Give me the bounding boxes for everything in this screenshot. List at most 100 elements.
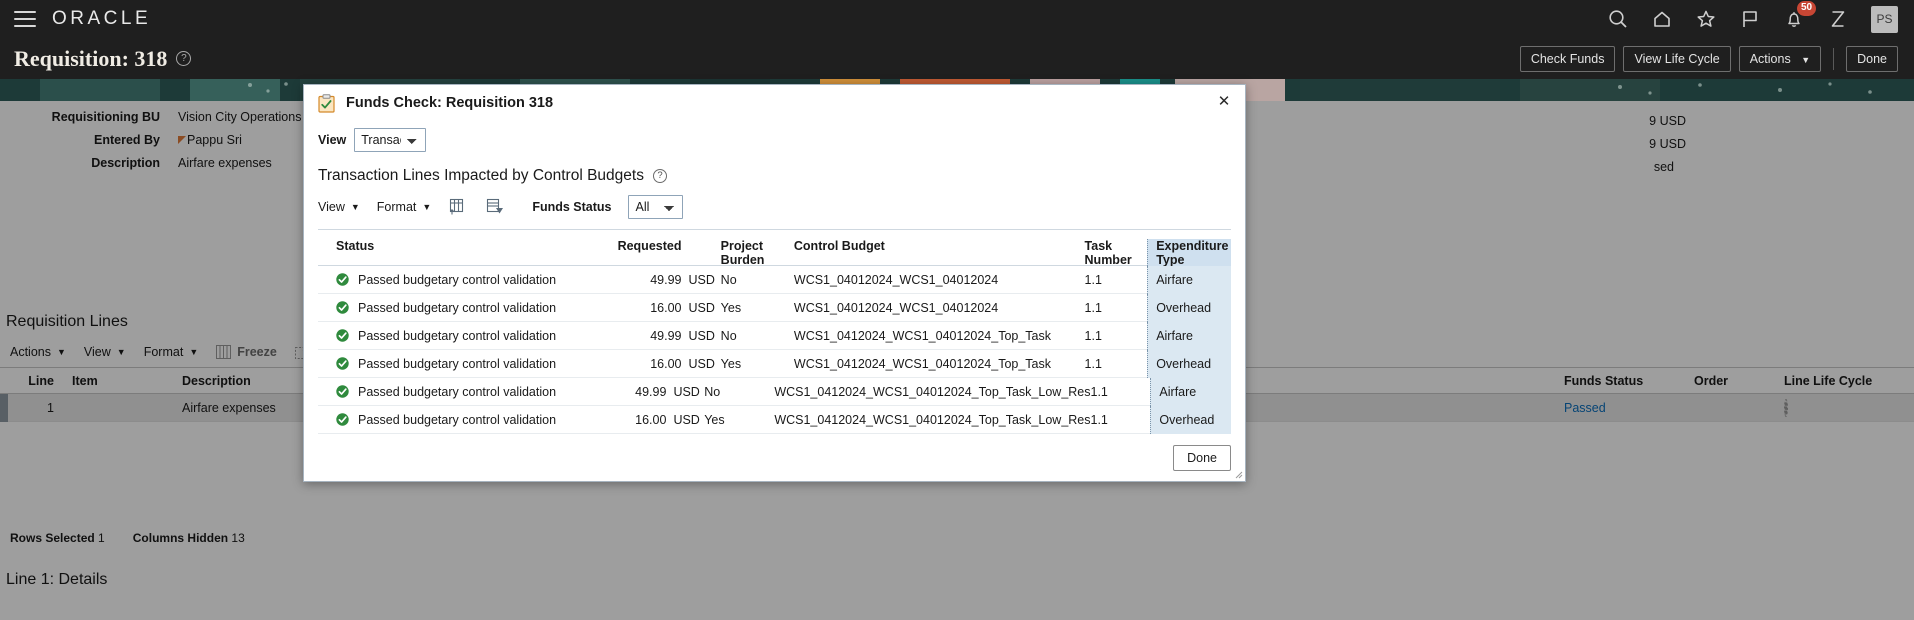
cell-task-number: 1.1	[1090, 412, 1108, 427]
cell-status: Passed budgetary control validation	[318, 413, 596, 427]
detach-table-icon[interactable]	[485, 198, 505, 216]
avatar[interactable]: PS	[1871, 5, 1898, 33]
menu-label: View	[318, 200, 345, 214]
dialog-view-row: View Transaction	[304, 125, 1245, 155]
cell-requested: 16.00	[650, 356, 682, 371]
page-title: Requisition: 318	[14, 45, 168, 71]
cell-status: Passed budgetary control validation	[318, 385, 596, 399]
table-row[interactable]: Passed budgetary control validation 49.9…	[318, 321, 1231, 350]
cell-project-burden: No	[720, 328, 737, 343]
close-icon[interactable]: ✕	[1215, 93, 1233, 111]
help-icon[interactable]: ?	[176, 51, 192, 66]
cell-requested: 16.00	[635, 412, 667, 427]
funds-check-dialog: Funds Check: Requisition 318 ✕ View Tran…	[303, 84, 1246, 482]
cell-currency[interactable]: USD	[666, 413, 704, 427]
home-icon[interactable]	[1651, 8, 1673, 30]
column-status[interactable]: Status	[318, 239, 608, 253]
done-button[interactable]: Done	[1846, 45, 1898, 72]
cell-task-number: 1.1	[1084, 356, 1102, 371]
table-row[interactable]: Passed budgetary control validation 16.0…	[318, 349, 1231, 378]
cell-requested: 49.99	[635, 384, 667, 399]
status-passed-icon	[336, 413, 349, 426]
column-task-number[interactable]: Task Number	[1085, 239, 1148, 267]
cell-currency[interactable]: USD	[666, 385, 704, 399]
section-header: Transaction Lines Impacted by Control Bu…	[304, 167, 1245, 185]
view-select[interactable]: Transaction	[354, 128, 427, 152]
cell-expenditure-type: Airfare	[1150, 377, 1231, 406]
global-header: ORACLE 50 PS	[0, 0, 1914, 38]
cell-project-burden: No	[720, 272, 737, 287]
cell-currency[interactable]: USD	[681, 357, 720, 371]
status-text: Passed budgetary control validation	[358, 300, 557, 315]
cell-requested: 49.99	[650, 328, 682, 343]
grid-format-menu[interactable]: Format ▼	[377, 200, 432, 214]
chevron-down-icon: ▼	[350, 202, 360, 212]
cell-control-budget: WCS1_0412024_WCS1_04012024_Top_Task_Low_…	[774, 412, 1091, 427]
cell-currency[interactable]: USD	[681, 301, 720, 315]
resize-grip-icon[interactable]	[1233, 469, 1243, 479]
flag-icon[interactable]	[1739, 8, 1761, 30]
cell-requested: 16.00	[650, 300, 682, 315]
status-passed-icon	[336, 301, 349, 314]
table-row[interactable]: Passed budgetary control validation 16.0…	[318, 293, 1231, 322]
cell-project-burden: Yes	[720, 300, 742, 315]
cell-project-burden: No	[704, 384, 721, 399]
cell-project-burden: Yes	[720, 356, 742, 371]
page-actions: Check Funds View Life Cycle Actions ▼ Do…	[1519, 45, 1914, 72]
help-icon[interactable]: ?	[652, 169, 667, 183]
cell-currency[interactable]: USD	[681, 329, 720, 343]
cell-control-budget: WCS1_04012024_WCS1_04012024	[793, 300, 999, 315]
favorites-star-icon[interactable]	[1695, 8, 1717, 30]
cell-currency[interactable]: USD	[681, 273, 720, 287]
page-title-bar: Requisition: 318 ? Check Funds View Life…	[0, 38, 1914, 79]
table-row[interactable]: Passed budgetary control validation 49.9…	[318, 377, 1231, 406]
status-text: Passed budgetary control validation	[358, 412, 557, 427]
cell-project-burden: Yes	[704, 412, 725, 427]
chevron-down-icon: ▼	[1801, 54, 1811, 65]
grid-view-menu[interactable]: View ▼	[318, 200, 360, 214]
status-passed-icon	[336, 273, 349, 286]
cell-task-number: 1.1	[1084, 328, 1102, 343]
grid-toolbar: View ▼ Format ▼ Funds Status All	[304, 191, 1245, 223]
cell-control-budget: WCS1_0412024_WCS1_04012024_Top_Task	[793, 356, 1052, 371]
status-text: Passed budgetary control validation	[358, 328, 557, 343]
notifications-bell-icon[interactable]: 50	[1783, 1, 1816, 30]
status-text: Passed budgetary control validation	[358, 384, 557, 399]
table-row[interactable]: Passed budgetary control validation 49.9…	[318, 265, 1231, 294]
actions-menu-button[interactable]: Actions ▼	[1738, 45, 1822, 72]
cell-expenditure-type: Overhead	[1147, 293, 1231, 322]
grid-header-row: Status Requested Project Burden Control …	[318, 230, 1231, 267]
funds-status-label: Funds Status	[532, 200, 612, 214]
cell-expenditure-type: Overhead	[1147, 349, 1231, 378]
cell-task-number: 1.1	[1090, 384, 1108, 399]
divider	[1833, 47, 1835, 70]
check-funds-button[interactable]: Check Funds	[1519, 45, 1616, 72]
cell-expenditure-type: Airfare	[1147, 265, 1231, 294]
actions-menu-label: Actions	[1749, 51, 1791, 66]
column-requested[interactable]: Requested	[608, 239, 682, 253]
search-icon[interactable]	[1607, 8, 1629, 30]
column-expenditure-type[interactable]: Expenditure Type	[1147, 239, 1231, 267]
status-text: Passed budgetary control validation	[358, 272, 557, 287]
table-row[interactable]: Passed budgetary control validation 16.0…	[318, 405, 1231, 434]
view-label: View	[318, 133, 347, 147]
watchlist-icon[interactable]	[1827, 8, 1849, 30]
cell-status: Passed budgetary control validation	[318, 357, 608, 371]
funds-status-select[interactable]: All	[628, 195, 684, 219]
column-control-budget[interactable]: Control Budget	[793, 239, 1085, 253]
hamburger-icon[interactable]	[14, 11, 36, 27]
view-life-cycle-button[interactable]: View Life Cycle	[1623, 45, 1731, 72]
chevron-down-icon: ▼	[422, 202, 432, 212]
status-text: Passed budgetary control validation	[358, 356, 557, 371]
cell-status: Passed budgetary control validation	[318, 301, 608, 315]
global-header-icons: 50 PS	[1607, 1, 1914, 33]
dialog-header: Funds Check: Requisition 318 ✕	[304, 85, 1245, 121]
cell-status: Passed budgetary control validation	[318, 329, 608, 343]
column-project-burden[interactable]: Project Burden	[721, 239, 793, 267]
clipboard-check-icon	[318, 93, 335, 113]
cell-control-budget: WCS1_04012024_WCS1_04012024	[793, 272, 999, 287]
notification-badge: 50	[1797, 1, 1816, 16]
dialog-done-button[interactable]: Done	[1173, 445, 1231, 471]
screen: ORACLE 50 PS Requisition: 318 ? Check Fu…	[0, 0, 1914, 620]
freeze-columns-icon[interactable]	[448, 198, 468, 216]
